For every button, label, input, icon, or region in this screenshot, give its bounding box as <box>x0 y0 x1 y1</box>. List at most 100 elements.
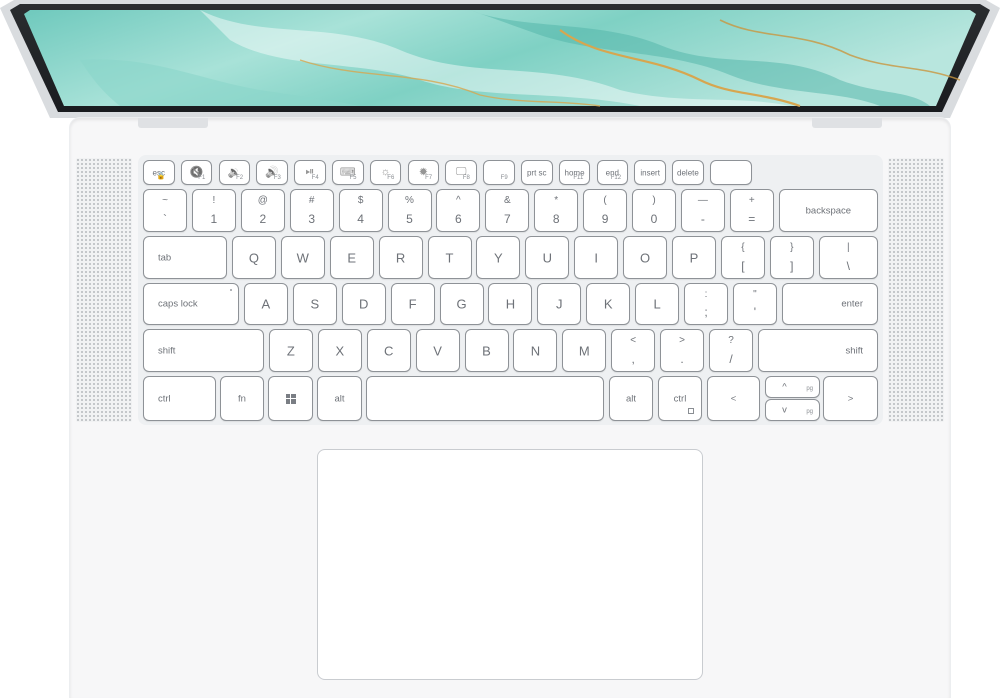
key-delete[interactable]: delete <box>672 160 704 185</box>
key-v[interactable]: V <box>415 329 460 372</box>
key-ctrl-left[interactable]: ctrl <box>143 376 216 421</box>
key-legend: F <box>408 296 417 312</box>
key-blank-sym[interactable]: <, <box>611 329 656 372</box>
key-j[interactable]: J <box>537 283 582 325</box>
key-e[interactable]: E <box>329 236 374 279</box>
key-brightness-down[interactable]: ☼ F6 <box>369 160 402 185</box>
key-f9[interactable]: F9 <box>483 160 515 185</box>
key-d[interactable]: D <box>341 283 386 325</box>
key-enter[interactable]: enter <box>781 283 878 325</box>
key-9-9[interactable]: (9 <box>583 189 628 232</box>
key-y[interactable]: Y <box>476 236 521 279</box>
arrow-left-icon: < <box>730 393 737 404</box>
key-label: enter <box>841 298 863 310</box>
key-n[interactable]: N <box>513 329 558 372</box>
key-q[interactable]: Q <box>231 236 276 279</box>
key-r[interactable]: R <box>378 236 423 279</box>
key-legend: P <box>689 250 699 265</box>
key-z[interactable]: Z <box>268 329 313 372</box>
key-o[interactable]: O <box>623 236 668 279</box>
key-i[interactable]: I <box>574 236 619 279</box>
key-volume-down[interactable]: 🔉 F2 <box>218 160 251 185</box>
fn-sublabel: F9 <box>500 175 508 181</box>
key-2-2[interactable]: @2 <box>240 189 285 232</box>
key-keyboard-backlight[interactable]: ⌨ F5 <box>332 160 364 185</box>
key-caps-lock[interactable]: caps lock <box>143 283 239 325</box>
key-shift-left[interactable]: shift <box>143 329 264 372</box>
key-arrow-up[interactable]: ^ pg <box>765 376 820 398</box>
keyboard-backlight-icon: ⌨ <box>339 165 356 178</box>
key-blank-11[interactable]: — - <box>680 189 725 232</box>
key-volume-up[interactable]: 🔊 F3 <box>256 160 288 185</box>
key-mute[interactable]: 🔇 F1 <box>180 160 213 185</box>
key-blank-sym[interactable]: " ' <box>732 283 777 325</box>
lock-icon: 🔒 <box>156 173 166 180</box>
key-tab[interactable]: tab <box>143 236 227 279</box>
key-8-8[interactable]: * 8 <box>534 189 579 232</box>
key-h[interactable]: H <box>488 283 533 325</box>
key-l[interactable]: L <box>635 283 680 325</box>
key-fn[interactable]: fn <box>220 376 264 421</box>
touchpad[interactable] <box>317 449 703 680</box>
key-u[interactable]: U <box>525 236 570 279</box>
key-alt-right[interactable]: alt <box>609 376 653 421</box>
key-0-10[interactable]: ) 0 <box>632 189 676 232</box>
key-windows[interactable] <box>268 376 313 421</box>
key-1-1[interactable]: ! 1 <box>191 189 236 232</box>
fn-sublabel: F4 <box>311 175 319 181</box>
key-legend: A <box>261 296 271 312</box>
key-blank-0[interactable]: ~ ` <box>143 189 187 232</box>
key-prt-sc[interactable]: prt sc <box>521 160 553 185</box>
key-ctrl-right[interactable]: ctrl <box>658 376 702 421</box>
key-x[interactable]: X <box>317 329 362 372</box>
key-blank-sym[interactable]: :; <box>684 283 728 325</box>
key-legend: - <box>700 212 705 226</box>
key-space[interactable] <box>366 376 604 421</box>
key-end[interactable]: end F12 <box>596 160 629 185</box>
key-backspace[interactable]: backspace <box>778 189 878 232</box>
key-display-switch[interactable]: 🖵 F8 <box>445 160 477 185</box>
key-insert[interactable]: insert <box>634 160 666 185</box>
key-arrow-down[interactable]: v pg <box>765 399 820 421</box>
key-label: alt <box>625 393 637 404</box>
key-shift-right[interactable]: shift <box>757 329 878 372</box>
key-w[interactable]: W <box>280 236 325 279</box>
key-t[interactable]: T <box>427 236 472 279</box>
key-blank-sym[interactable]: }] <box>769 236 814 279</box>
key-shift-legend: @ <box>257 195 268 206</box>
key-4-4[interactable]: $4 <box>338 189 383 232</box>
key-brightness-up[interactable]: ✹ F7 <box>407 160 440 185</box>
key-7-7[interactable]: & 7 <box>485 189 530 232</box>
key-legend: J <box>556 296 563 312</box>
key-arrow-right[interactable]: > <box>823 376 878 421</box>
key-blank-12[interactable]: + = <box>729 189 774 232</box>
key-3-3[interactable]: #3 <box>289 189 334 232</box>
key-alt-left[interactable]: alt <box>317 376 362 421</box>
key-a[interactable]: A <box>243 283 288 325</box>
key-legend: W <box>296 250 309 265</box>
key-blank-sym[interactable]: >. <box>660 329 705 372</box>
key-6-6[interactable]: ^ 6 <box>436 189 481 232</box>
key-m[interactable]: M <box>562 329 607 372</box>
key-b[interactable]: B <box>464 329 509 372</box>
key-shift-legend: > <box>679 335 686 346</box>
key-5-5[interactable]: % 5 <box>387 189 432 232</box>
key-p[interactable]: P <box>672 236 716 279</box>
key-esc[interactable]: esc 🔒 <box>143 160 175 185</box>
key-blank-sym[interactable]: ? / <box>709 329 753 372</box>
hinge-left <box>138 118 208 128</box>
key-power[interactable] <box>710 160 752 185</box>
key-k[interactable]: K <box>586 283 631 325</box>
key-play-pause[interactable]: ⏯ F4 <box>294 160 326 185</box>
arrow-right-icon: > <box>847 393 854 404</box>
key-blank-sym[interactable]: | \ <box>818 236 878 279</box>
key-legend: ' <box>753 305 757 319</box>
key-s[interactable]: S <box>292 283 337 325</box>
key-legend: S <box>310 296 320 312</box>
key-home[interactable]: home F11 <box>558 160 591 185</box>
key-blank-sym[interactable]: {[ <box>720 236 765 279</box>
key-g[interactable]: G <box>439 283 484 325</box>
key-c[interactable]: C <box>366 329 411 372</box>
key-f[interactable]: F <box>390 283 435 325</box>
key-shift-legend: + <box>748 195 755 206</box>
